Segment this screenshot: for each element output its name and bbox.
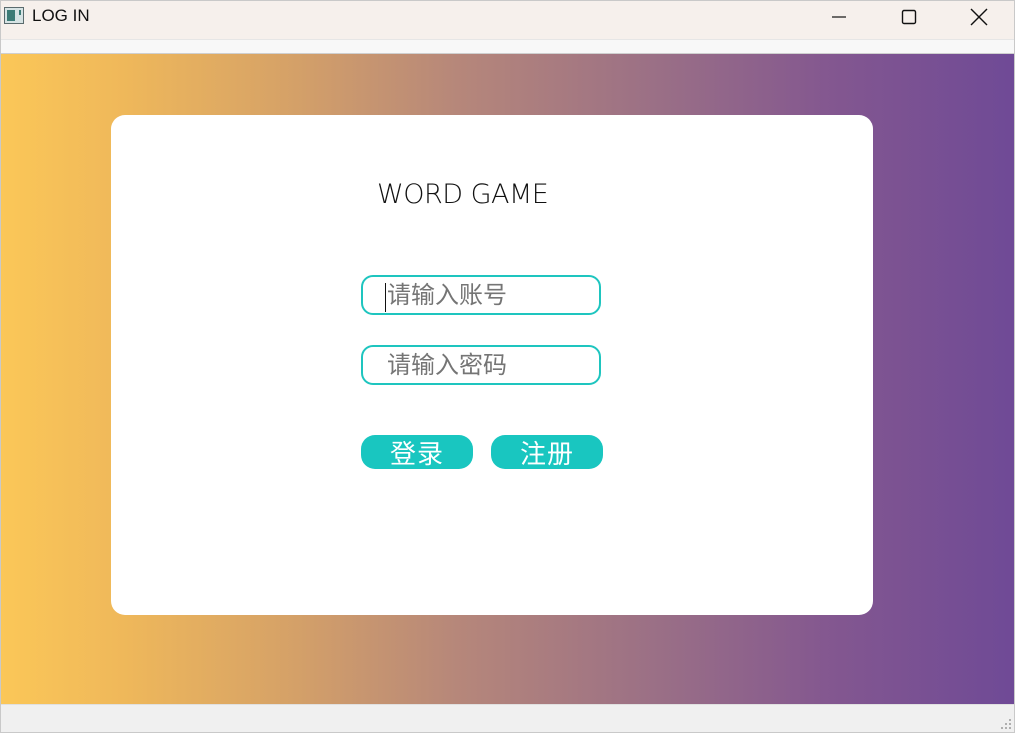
text-caret [385, 283, 386, 312]
register-button[interactable]: 注册 [491, 435, 603, 470]
resize-grip-icon[interactable] [1000, 718, 1012, 730]
app-icon [4, 7, 24, 24]
minimize-button[interactable] [804, 1, 874, 33]
login-window: LOG IN WORD GAME 登录 注册 [0, 0, 1015, 733]
maximize-icon [901, 9, 917, 25]
login-card: WORD GAME 登录 注册 [111, 115, 873, 615]
password-input[interactable] [361, 345, 601, 385]
menu-strip [1, 39, 1014, 54]
status-bar [1, 704, 1014, 732]
maximize-button[interactable] [874, 1, 944, 33]
title-bar[interactable]: LOG IN [1, 1, 1014, 39]
close-icon [970, 8, 988, 26]
minimize-icon [832, 16, 846, 18]
window-title: LOG IN [32, 6, 90, 25]
gradient-background: WORD GAME 登录 注册 [1, 54, 1014, 704]
username-input[interactable] [361, 275, 601, 315]
login-button[interactable]: 登录 [361, 435, 473, 470]
close-button[interactable] [944, 1, 1014, 33]
game-title: WORD GAME [377, 179, 549, 210]
